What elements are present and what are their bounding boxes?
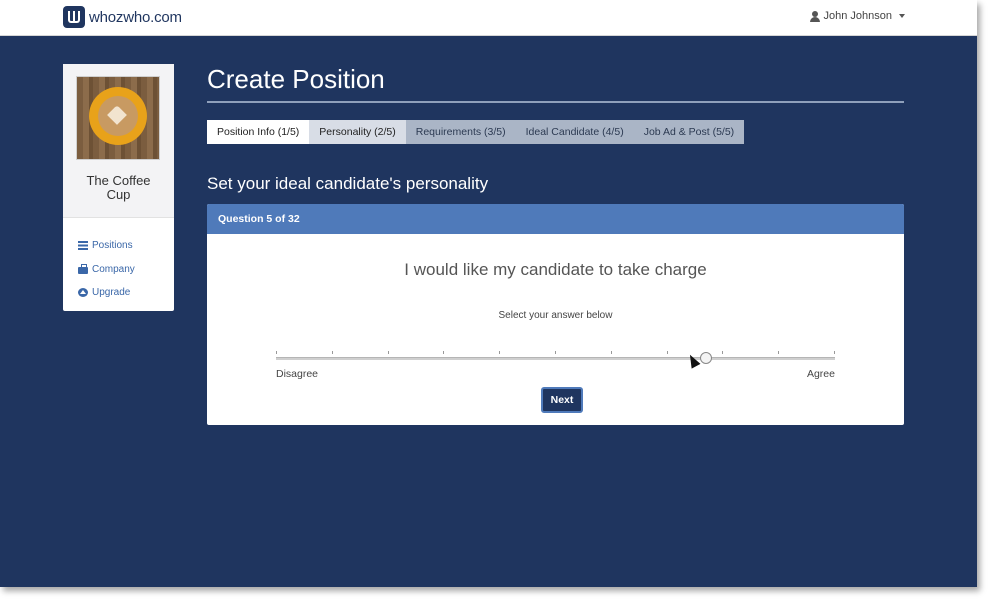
top-navbar: whozwho.com John Johnson (0, 0, 977, 36)
wizard-tabs: Position Info (1/5) Personality (2/5) Re… (207, 120, 745, 144)
sidebar-item-company[interactable]: Company (78, 258, 135, 282)
slider-max-label: Agree (806, 368, 835, 380)
answer-slider[interactable] (276, 350, 835, 370)
company-card: The Coffee Cup (63, 64, 174, 218)
logo[interactable]: whozwho.com (63, 6, 182, 28)
slider-tick (499, 351, 500, 354)
tab-position-info[interactable]: Position Info (1/5) (207, 120, 310, 144)
question-text: I would like my candidate to take charge (404, 260, 707, 279)
slider-tick (276, 351, 277, 354)
slider-tick (332, 351, 333, 354)
tab-requirements[interactable]: Requirements (3/5) (405, 120, 516, 144)
sidebar-item-label: Positions (92, 240, 133, 252)
company-sidebar: The Coffee Cup Positions Company Upgrade (63, 64, 174, 311)
caret-down-icon (899, 14, 905, 18)
sidebar-item-label: Company (92, 263, 135, 275)
page-title: Create Position (207, 64, 385, 94)
sidebar-item-positions[interactable]: Positions (78, 234, 135, 258)
tab-ideal-candidate[interactable]: Ideal Candidate (4/5) (515, 120, 634, 144)
answer-hint: Select your answer below (498, 310, 613, 321)
logo-icon (63, 6, 85, 28)
slider-tick (555, 351, 556, 354)
next-button[interactable]: Next (541, 387, 583, 413)
question-panel: Question 5 of 32 I would like my candida… (207, 204, 904, 425)
briefcase-icon (78, 263, 88, 274)
user-name: John Johnson (823, 10, 893, 22)
sidebar-nav: Positions Company Upgrade (78, 234, 135, 305)
upgrade-icon (78, 288, 88, 298)
slider-tick (667, 351, 668, 354)
slider-tick (388, 351, 389, 354)
logo-text: whozwho.com (89, 8, 182, 26)
slider-min-label: Disagree (276, 368, 319, 380)
user-icon (809, 10, 820, 22)
sidebar-item-label: Upgrade (92, 287, 131, 299)
slider-track[interactable] (276, 357, 835, 360)
section-subtitle: Set your ideal candidate's personality (207, 174, 489, 193)
company-name: The Coffee Cup (86, 173, 151, 202)
slider-tick (611, 351, 612, 354)
slider-tick (443, 351, 444, 354)
sidebar-item-upgrade[interactable]: Upgrade (78, 281, 135, 305)
list-icon (78, 241, 88, 251)
company-logo-image (76, 76, 160, 160)
tab-personality[interactable]: Personality (2/5) (309, 120, 406, 144)
question-counter: Question 5 of 32 (207, 204, 904, 234)
slider-tick (778, 351, 779, 354)
slider-tick (834, 351, 835, 354)
tab-job-ad-post[interactable]: Job Ad & Post (5/5) (633, 120, 745, 144)
slider-thumb[interactable] (700, 352, 712, 364)
title-divider (207, 101, 904, 103)
user-menu[interactable]: John Johnson (809, 10, 905, 22)
slider-tick (722, 351, 723, 354)
app-window: whozwho.com John Johnson The Coffee Cup … (0, 0, 977, 587)
